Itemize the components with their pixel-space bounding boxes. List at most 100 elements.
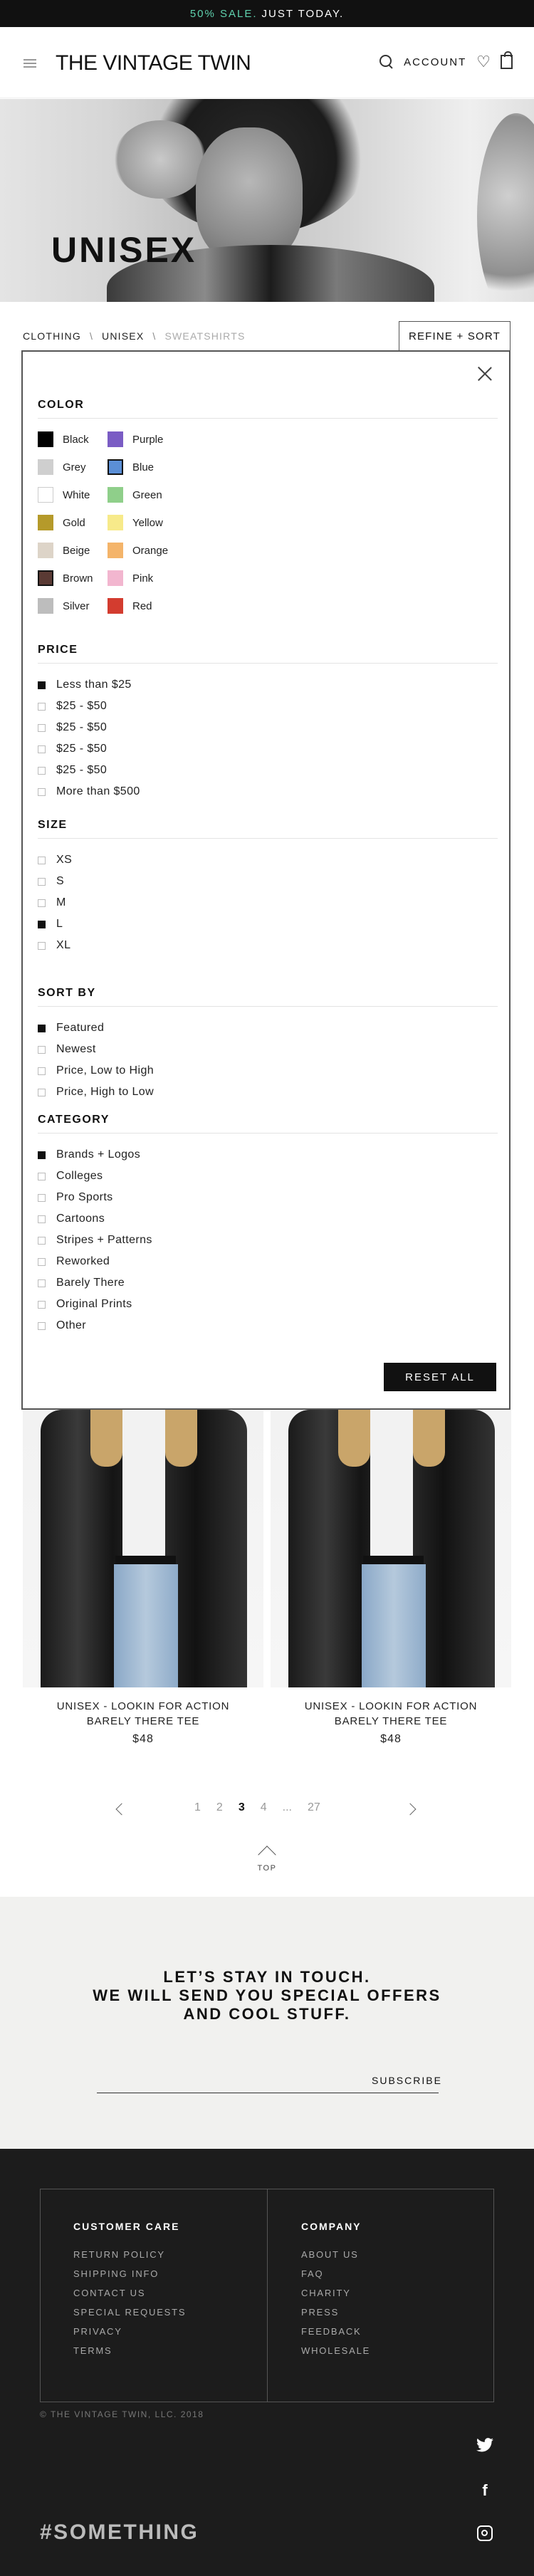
category-option[interactable]: Barely There: [38, 1272, 498, 1294]
category-option[interactable]: Brands + Logos: [38, 1144, 498, 1166]
menu-icon[interactable]: [23, 59, 36, 68]
company-link[interactable]: FAQ: [301, 2264, 370, 2283]
facebook-icon[interactable]: f: [476, 2481, 494, 2500]
product-name[interactable]: UNISEX - LOOKIN FOR ACTION BARELY THERE …: [271, 1699, 511, 1729]
color-option[interactable]: Pink: [108, 570, 177, 586]
price-option[interactable]: $25 - $50: [38, 760, 498, 781]
breadcrumb-unisex[interactable]: UNISEX: [102, 330, 144, 342]
size-checkbox[interactable]: [38, 899, 46, 907]
category-checkbox[interactable]: [38, 1172, 46, 1180]
color-option[interactable]: Black: [38, 431, 108, 447]
close-icon[interactable]: [476, 365, 494, 383]
color-option[interactable]: Purple: [108, 431, 177, 447]
color-option[interactable]: Blue: [108, 459, 177, 475]
sort-option[interactable]: Featured: [38, 1017, 498, 1039]
twitter-icon[interactable]: [476, 2437, 494, 2456]
price-option[interactable]: $25 - $50: [38, 738, 498, 760]
price-option[interactable]: Less than $25: [38, 674, 498, 696]
customer-care-link[interactable]: PRIVACY: [73, 2322, 186, 2341]
category-checkbox[interactable]: [38, 1193, 46, 1202]
color-option[interactable]: Silver: [38, 598, 108, 614]
category-checkbox[interactable]: [38, 1300, 46, 1309]
sort-option[interactable]: Newest: [38, 1039, 498, 1060]
category-option[interactable]: Other: [38, 1315, 498, 1336]
company-link[interactable]: WHOLESALE: [301, 2341, 370, 2360]
reset-all-button[interactable]: RESET ALL: [384, 1363, 496, 1391]
company-link[interactable]: PRESS: [301, 2303, 370, 2322]
price-option[interactable]: More than $500: [38, 781, 498, 802]
category-option[interactable]: Cartoons: [38, 1208, 498, 1230]
previous-page-icon[interactable]: [115, 1803, 128, 1816]
sort-option[interactable]: Price, Low to High: [38, 1060, 498, 1082]
color-option[interactable]: Orange: [108, 543, 177, 558]
size-checkbox[interactable]: [38, 941, 46, 950]
size-option[interactable]: M: [38, 892, 498, 913]
category-option[interactable]: Stripes + Patterns: [38, 1230, 498, 1251]
color-option[interactable]: Red: [108, 598, 177, 614]
category-checkbox[interactable]: [38, 1279, 46, 1287]
price-checkbox[interactable]: [38, 766, 46, 775]
category-option[interactable]: Colleges: [38, 1166, 498, 1187]
size-checkbox[interactable]: [38, 877, 46, 886]
price-checkbox[interactable]: [38, 723, 46, 732]
current-page[interactable]: 3: [239, 1801, 245, 1814]
company-link[interactable]: ABOUT US: [301, 2245, 370, 2264]
wishlist-icon[interactable]: ♡: [476, 54, 491, 70]
company-link[interactable]: FEEDBACK: [301, 2322, 370, 2341]
customer-care-link[interactable]: TERMS: [73, 2341, 186, 2360]
color-option[interactable]: Grey: [38, 459, 108, 475]
page-number[interactable]: 27: [308, 1801, 320, 1814]
company-link[interactable]: CHARITY: [301, 2283, 370, 2303]
product-card[interactable]: UNISEX - LOOKIN FOR ACTION BARELY THERE …: [271, 1410, 511, 1746]
color-option[interactable]: Brown: [38, 570, 108, 586]
color-option[interactable]: Beige: [38, 543, 108, 558]
color-option[interactable]: Green: [108, 487, 177, 503]
sort-option[interactable]: Price, High to Low: [38, 1082, 498, 1103]
page-number[interactable]: 4: [261, 1801, 267, 1814]
size-checkbox[interactable]: [38, 920, 46, 928]
size-option[interactable]: XS: [38, 849, 498, 871]
category-checkbox[interactable]: [38, 1321, 46, 1330]
site-logo[interactable]: THE VINTAGE TWIN: [56, 51, 251, 75]
price-option[interactable]: $25 - $50: [38, 717, 498, 738]
product-image[interactable]: [271, 1410, 511, 1687]
category-checkbox[interactable]: [38, 1236, 46, 1245]
account-link[interactable]: ACCOUNT: [404, 56, 466, 68]
category-option[interactable]: Pro Sports: [38, 1187, 498, 1208]
size-checkbox[interactable]: [38, 856, 46, 864]
category-option[interactable]: Original Prints: [38, 1294, 498, 1315]
back-to-top-button[interactable]: TOP: [253, 1844, 281, 1873]
price-checkbox[interactable]: [38, 787, 46, 796]
category-checkbox[interactable]: [38, 1151, 46, 1159]
breadcrumb-clothing[interactable]: CLOTHING: [23, 330, 81, 342]
customer-care-link[interactable]: SHIPPING INFO: [73, 2264, 186, 2283]
price-checkbox[interactable]: [38, 681, 46, 689]
refine-sort-button[interactable]: REFINE + SORT: [399, 321, 511, 351]
size-option[interactable]: XL: [38, 935, 498, 956]
product-name[interactable]: UNISEX - LOOKIN FOR ACTION BARELY THERE …: [23, 1699, 263, 1729]
color-option[interactable]: Yellow: [108, 515, 177, 530]
customer-care-link[interactable]: CONTACT US: [73, 2283, 186, 2303]
next-page-icon[interactable]: [404, 1803, 417, 1816]
price-option[interactable]: $25 - $50: [38, 696, 498, 717]
sort-checkbox[interactable]: [38, 1045, 46, 1054]
price-checkbox[interactable]: [38, 702, 46, 711]
instagram-icon[interactable]: [477, 2525, 493, 2541]
page-number[interactable]: 2: [216, 1801, 223, 1814]
size-option[interactable]: L: [38, 913, 498, 935]
size-option[interactable]: S: [38, 871, 498, 892]
category-checkbox[interactable]: [38, 1257, 46, 1266]
category-checkbox[interactable]: [38, 1215, 46, 1223]
sort-checkbox[interactable]: [38, 1067, 46, 1075]
customer-care-link[interactable]: RETURN POLICY: [73, 2245, 186, 2264]
page-number[interactable]: 1: [194, 1801, 201, 1814]
sort-checkbox[interactable]: [38, 1024, 46, 1032]
subscribe-button[interactable]: SUBSCRIBE: [372, 2075, 442, 2086]
price-checkbox[interactable]: [38, 745, 46, 753]
product-card[interactable]: UNISEX - LOOKIN FOR ACTION BARELY THERE …: [23, 1410, 263, 1746]
shopping-bag-icon[interactable]: [501, 51, 513, 69]
search-icon[interactable]: [379, 55, 394, 69]
color-option[interactable]: White: [38, 487, 108, 503]
customer-care-link[interactable]: SPECIAL REQUESTS: [73, 2303, 186, 2322]
sort-checkbox[interactable]: [38, 1088, 46, 1096]
